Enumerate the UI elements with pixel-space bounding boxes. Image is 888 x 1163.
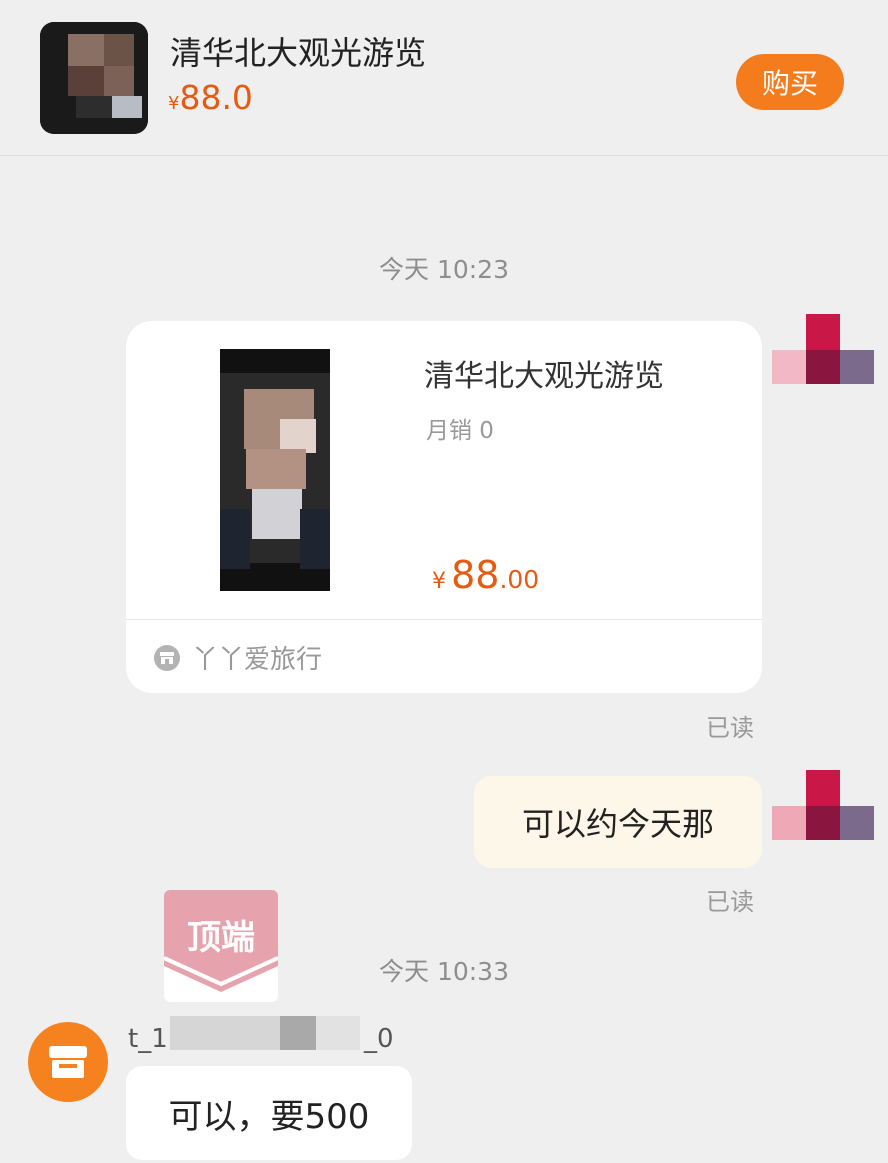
- timestamp: 今天 10:33: [379, 957, 509, 986]
- my-avatar[interactable]: [772, 314, 888, 394]
- shop-name[interactable]: 丫丫爱旅行: [192, 639, 322, 676]
- shop-icon: [154, 645, 180, 671]
- sender-name-prefix: t_1: [128, 1024, 168, 1054]
- sender-name: t_1: [128, 1024, 168, 1054]
- currency-symbol: ¥: [432, 569, 446, 594]
- product-header: 清华北大观光游览 ¥88.0 购买: [0, 0, 888, 156]
- redaction-blur: [280, 1016, 316, 1050]
- redaction-blur: [316, 1016, 360, 1050]
- product-price: ¥88.0: [168, 78, 253, 117]
- card-product-title: 清华北大观光游览: [424, 359, 664, 394]
- price-decimal: .00: [499, 565, 540, 594]
- my-avatar[interactable]: [772, 770, 888, 850]
- read-receipt: 已读: [706, 888, 754, 916]
- card-price: ¥ 88.00: [432, 553, 539, 597]
- read-receipt: 已读: [706, 714, 754, 742]
- incoming-message-bubble[interactable]: 可以，要500: [126, 1066, 412, 1160]
- sender-name-suffix: _0: [364, 1024, 394, 1054]
- product-card[interactable]: 清华北大观光游览 月销 0 ¥ 88.00 丫丫爱旅行: [126, 321, 762, 693]
- divider: [126, 619, 762, 620]
- outgoing-message-bubble[interactable]: 可以约今天那: [474, 776, 762, 868]
- currency-symbol: ¥: [168, 93, 180, 114]
- timestamp: 今天 10:23: [379, 255, 509, 284]
- product-title: 清华北大观光游览: [170, 34, 427, 72]
- price-integer: 88: [451, 553, 500, 597]
- chat-screen: 清华北大观光游览 ¥88.0 购买 今天 10:23 清华北大观光游览 月销 0…: [0, 0, 888, 1163]
- product-thumbnail[interactable]: [40, 22, 148, 134]
- redaction-blur: [170, 1016, 280, 1050]
- price-value: 88.0: [179, 78, 253, 117]
- store-avatar[interactable]: [28, 1022, 108, 1102]
- monthly-sales: 月销 0: [426, 418, 494, 444]
- product-image: [220, 349, 330, 591]
- store-icon: [49, 1046, 87, 1078]
- buy-button[interactable]: 购买: [736, 54, 844, 110]
